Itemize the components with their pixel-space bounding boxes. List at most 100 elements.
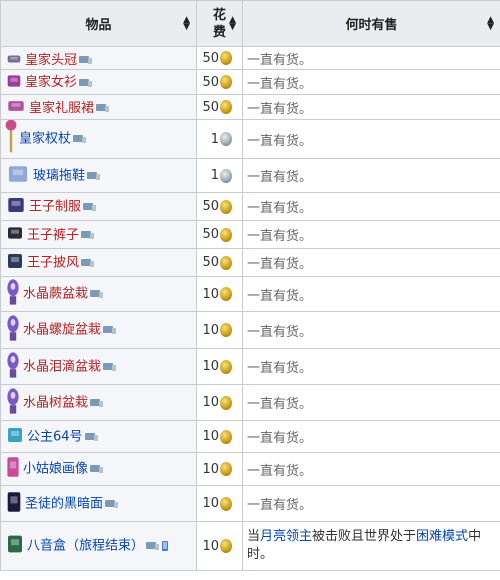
item-name-link[interactable]: 水晶螺旋盆栽 — [23, 323, 101, 338]
cost-value: 10 — [202, 395, 219, 410]
table-row: 王子披风 50 一直有货。 — [0, 248, 500, 277]
table-row: 圣徒的黑暗面 10 一直有货。 — [0, 485, 500, 522]
item-cell: 圣徒的黑暗面 — [0, 485, 197, 522]
platinum-coin-icon — [220, 132, 232, 146]
cost-value: 10 — [202, 461, 219, 477]
item-name-link[interactable]: 玻璃拖鞋 — [33, 168, 85, 183]
crystal-tree-icon — [5, 387, 21, 419]
sort-arrows-icon[interactable]: ▲ ▼ — [183, 15, 190, 31]
moon-lord-link[interactable]: 月亮领主 — [260, 529, 312, 544]
item-name-link[interactable]: 水晶树盆栽 — [23, 395, 88, 410]
cape-icon — [5, 251, 25, 275]
availability-cell: 一直有货。 — [242, 69, 500, 95]
availability-text: 被击败且世界处于 — [312, 529, 417, 544]
cost-cell: 50 — [196, 248, 243, 277]
table-row: 皇家头冠 50 一直有货。 — [0, 46, 500, 70]
gold-coin-icon — [220, 227, 232, 242]
cost-value: 50 — [202, 255, 219, 270]
cost-value: 10 — [202, 429, 219, 444]
sort-arrows-icon[interactable]: ▲ ▼ — [229, 15, 236, 31]
column-header-item-label: 物品 — [85, 18, 112, 33]
platform-devices-icon — [84, 432, 98, 441]
cost-cell: 10 — [196, 384, 243, 421]
platform-devices-icon — [103, 326, 117, 334]
item-cell: 水晶泪滴盆栽 — [0, 348, 197, 385]
item-name-link[interactable]: 八音盒（旅程结束） — [27, 539, 144, 554]
item-name-link[interactable]: 水晶泪滴盆栽 — [23, 359, 101, 374]
availability-cell: 一直有货。 — [242, 119, 500, 159]
availability-text: 一直有货。 — [247, 397, 313, 412]
availability-text: 一直有货。 — [247, 257, 313, 272]
item-cell: 公主64号 — [0, 420, 197, 453]
crystal-teardrop-icon — [5, 351, 21, 383]
cost-value: 1 — [210, 131, 219, 147]
gold-coin-icon — [220, 462, 232, 476]
cost-cell: 10 — [196, 311, 243, 349]
gold-coin-icon — [220, 287, 232, 301]
cost-value: 1 — [210, 168, 219, 183]
availability-text: 一直有货。 — [247, 76, 313, 92]
item-cell: 王子裤子 — [0, 220, 197, 249]
platform-devices-icon — [87, 171, 101, 180]
table-row: 小姑娘画像 10 一直有货。 — [0, 452, 500, 486]
gold-coin-icon — [220, 395, 232, 410]
item-name-link[interactable]: 王子裤子 — [27, 228, 79, 243]
item-cell: 水晶蕨盆栽 — [0, 276, 197, 312]
platinum-coin-icon — [220, 168, 232, 183]
availability-text: 当 — [247, 529, 261, 544]
cost-cell: 10 — [196, 276, 243, 312]
sort-arrows-icon[interactable]: ▲ ▼ — [487, 15, 494, 31]
table-row: 皇家女衫 50 一直有货。 — [0, 69, 500, 95]
item-name-link[interactable]: 皇家女衫 — [25, 75, 77, 90]
platform-devices-icon — [79, 56, 93, 64]
cost-value: 10 — [202, 286, 219, 302]
crystal-fern-icon — [5, 278, 21, 310]
pants-icon — [5, 225, 25, 245]
platform-devices-icon — [90, 398, 104, 407]
item-name-link[interactable]: 王子制服 — [29, 199, 81, 214]
hardmode-link[interactable]: 困难模式 — [416, 529, 468, 544]
availability-cell: 一直有货。 — [242, 220, 500, 249]
item-name-link[interactable]: 圣徒的黑暗面 — [25, 496, 103, 511]
item-name-link[interactable]: 皇家权杖 — [19, 132, 71, 147]
item-name-link[interactable]: 小姑娘画像 — [23, 462, 88, 477]
platform-devices-icon — [103, 362, 117, 371]
cost-cell: 50 — [196, 192, 243, 221]
column-header-when[interactable]: 何时有售 ▲ ▼ — [242, 0, 500, 47]
cost-cell: 1 — [196, 119, 243, 159]
availability-cell: 当月亮领主被击败且世界处于困难模式中时。 — [242, 521, 500, 571]
column-header-cost[interactable]: 花费 ▲ ▼ — [196, 0, 243, 47]
availability-cell: 一直有货。 — [242, 158, 500, 193]
availability-text: 一直有货。 — [247, 101, 313, 117]
item-name-link[interactable]: 皇家头冠 — [25, 53, 77, 68]
table-row: 皇家礼服裙 50 一直有货。 — [0, 94, 500, 120]
platform-devices-icon — [146, 541, 169, 551]
table-row: 水晶螺旋盆栽 10 一直有货。 — [0, 311, 500, 349]
availability-cell: 一直有货。 — [242, 276, 500, 312]
availability-text: 一直有货。 — [247, 288, 313, 304]
item-cell: 八音盒（旅程结束） — [0, 521, 197, 571]
item-name-link[interactable]: 水晶蕨盆栽 — [23, 287, 88, 302]
availability-text: 一直有货。 — [247, 52, 313, 68]
cost-value: 50 — [202, 74, 219, 90]
crystal-spiral-icon — [5, 314, 21, 346]
item-name-link[interactable]: 王子披风 — [27, 255, 79, 270]
cost-value: 50 — [202, 50, 219, 66]
availability-text: 一直有货。 — [247, 170, 313, 185]
dark-painting-icon — [5, 488, 23, 520]
item-name-link[interactable]: 公主64号 — [27, 429, 83, 444]
platform-devices-icon — [73, 135, 87, 143]
availability-text: 一直有货。 — [247, 133, 313, 149]
column-header-item[interactable]: 物品 ▲ ▼ — [0, 0, 197, 47]
table-row: 水晶树盆栽 10 一直有货。 — [0, 384, 500, 421]
platform-devices-icon — [79, 78, 93, 87]
gold-coin-icon — [220, 496, 232, 511]
availability-cell: 一直有货。 — [242, 94, 500, 120]
gold-coin-icon — [220, 539, 232, 553]
item-cell: 王子制服 — [0, 192, 197, 221]
uniform-icon — [5, 195, 27, 219]
item-name-link[interactable]: 皇家礼服裙 — [29, 101, 94, 116]
gold-coin-icon — [220, 75, 232, 89]
table-row: 水晶蕨盆栽 10 一直有货。 — [0, 276, 500, 312]
gold-coin-icon — [220, 100, 232, 114]
